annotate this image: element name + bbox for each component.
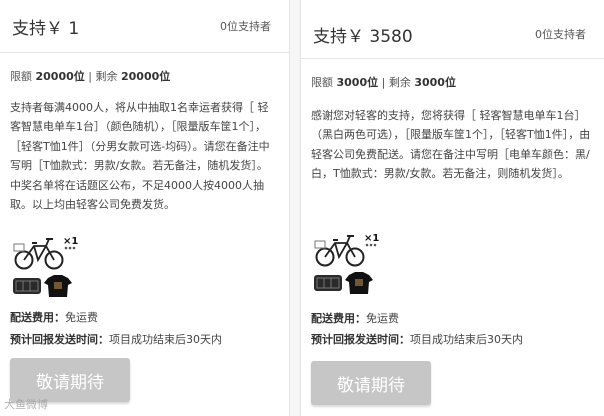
reward-quantity: ×1 <box>364 233 379 244</box>
reward-items-icon: ×1 <box>313 233 379 295</box>
reward-image: ×1 <box>311 229 383 301</box>
shipping-label: 配送费用： <box>10 311 65 324</box>
backer-count: 0位支持者 <box>535 28 586 41</box>
limit-value: 20000位 <box>35 70 85 83</box>
limit-info: 限额 20000位 | 剩余 20000位 <box>10 68 170 84</box>
limit-separator: | <box>381 76 386 89</box>
limit-value: 3000位 <box>336 76 379 89</box>
remaining-label: 剩余 <box>388 76 411 89</box>
limit-separator: | <box>88 70 92 83</box>
delivery-info: 预计回报发送时间：项目成功结束后30天内 <box>311 331 523 347</box>
watermark: 大鱼微博 <box>4 398 48 411</box>
reward-image: ×1 <box>10 232 82 304</box>
limit-info: 限额 3000位 | 剩余 3000位 <box>311 74 456 90</box>
backer-count: 0位支持者 <box>220 20 271 33</box>
card-header: 支持￥ 1 0位支持者 <box>0 0 289 53</box>
shipping-info: 配送费用：免运费 <box>10 309 98 325</box>
limit-label: 限额 <box>10 70 32 83</box>
remaining-value: 20000位 <box>121 70 171 83</box>
support-price: 支持￥ 3580 <box>313 27 413 47</box>
remaining-value: 3000位 <box>414 76 456 89</box>
reward-card-2: 支持￥ 3580 0位支持者 限额 3000位 | 剩余 3000位 感谢您对轻… <box>300 0 604 416</box>
reward-card-1: 支持￥ 1 0位支持者 限额 20000位 | 剩余 20000位 支持者每满4… <box>0 0 290 416</box>
card-header: 支持￥ 3580 0位支持者 <box>301 8 604 59</box>
shipping-info: 配送费用：免运费 <box>311 310 399 326</box>
shipping-label: 配送费用： <box>311 312 366 325</box>
support-price: 支持￥ 1 <box>12 19 80 39</box>
limit-label: 限额 <box>311 76 333 89</box>
shipping-value: 免运费 <box>65 311 98 324</box>
delivery-value: 项目成功结束后30天内 <box>109 333 222 346</box>
reward-description: 感谢您对轻客的支持，您将获得［ 轻客智慧电单车1台］（黑白两色可选），［限量版车… <box>311 109 591 181</box>
delivery-info: 预计回报发送时间：项目成功结束后30天内 <box>10 331 222 347</box>
remaining-label: 剩余 <box>95 70 118 83</box>
coming-soon-button[interactable]: 敬请期待 <box>311 361 431 405</box>
reward-items-icon: ×1 <box>12 236 78 298</box>
delivery-label: 预计回报发送时间： <box>10 333 109 346</box>
reward-quantity: ×1 <box>63 236 78 247</box>
delivery-label: 预计回报发送时间： <box>311 333 410 346</box>
shipping-value: 免运费 <box>366 312 399 325</box>
delivery-value: 项目成功结束后30天内 <box>410 333 523 346</box>
reward-description: 支持者每满4000人，将从中抽取1名幸运者获得［ 轻客智慧电单车1台］（颜色随机… <box>10 101 270 212</box>
